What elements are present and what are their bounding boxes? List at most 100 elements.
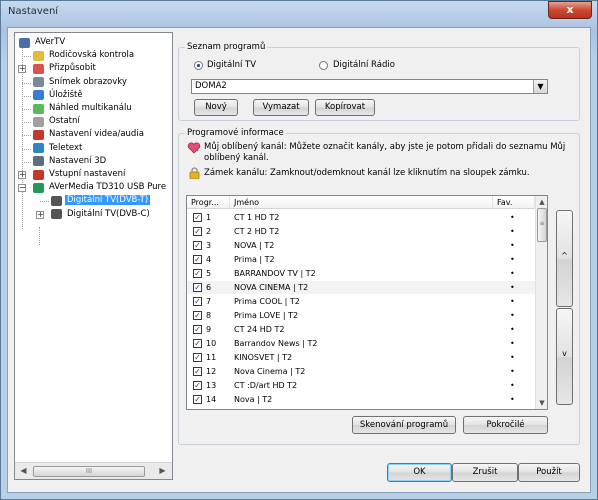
- lock-icon: [189, 167, 200, 180]
- tree-item[interactable]: Ostatní: [33, 115, 82, 128]
- favorite-toggle[interactable]: •: [510, 351, 515, 364]
- tree-item[interactable]: Úložiště: [33, 89, 85, 102]
- move-down-button[interactable]: v: [556, 308, 573, 405]
- table-vertical-scrollbar[interactable]: ▲ ≡ ▼: [535, 196, 547, 409]
- copy-list-button[interactable]: Kopírovat: [315, 99, 375, 116]
- favorite-toggle[interactable]: •: [510, 267, 515, 280]
- program-list-value: DOMA2: [195, 81, 227, 91]
- favorite-toggle[interactable]: •: [510, 393, 515, 406]
- delete-list-button[interactable]: Vymazat: [253, 99, 309, 116]
- lock-info-text: Zámek kanálu: Zamknout/odemknout kanál l…: [204, 168, 530, 178]
- row-checkbox[interactable]: ✓: [193, 255, 202, 264]
- program-name: NOVA CINEMA | T2: [234, 283, 309, 292]
- program-list-select[interactable]: DOMA2 ▼: [191, 79, 548, 94]
- table-row[interactable]: ✓ 4 Prima | T2 •: [187, 253, 535, 266]
- apply-button[interactable]: Použít: [518, 463, 580, 482]
- column-header-favorite[interactable]: Fav.: [493, 196, 535, 209]
- 3d-icon: [33, 156, 44, 167]
- table-row[interactable]: ✓ 6 NOVA CINEMA | T2 •: [187, 281, 535, 294]
- radio-digital-tv[interactable]: [194, 61, 203, 70]
- table-row[interactable]: ✓ 10 Barrandov News | T2 •: [187, 337, 535, 350]
- tree-line: [22, 148, 31, 150]
- row-checkbox[interactable]: ✓: [193, 381, 202, 390]
- program-table[interactable]: Progr... Jméno Fav. ✓ 1 CT 1 HD T2 • ✓ 2 CT 2 …: [186, 195, 548, 410]
- tree-item[interactable]: Teletext: [33, 142, 84, 155]
- table-row[interactable]: ✓ 8 Prima LOVE | T2 •: [187, 309, 535, 322]
- program-name: CT 24 HD T2: [234, 325, 285, 334]
- tree-expander[interactable]: +: [18, 65, 26, 74]
- tree-line: [22, 109, 31, 110]
- scroll-thumb[interactable]: III: [33, 466, 145, 477]
- tree-item[interactable]: Digitální TV(DVB-T): [51, 194, 151, 207]
- tree-item[interactable]: AVerMedia TD310 USB Pure: [33, 181, 168, 194]
- table-row[interactable]: ✓ 12 Nova Cinema | T2 •: [187, 365, 535, 378]
- favorite-toggle[interactable]: •: [510, 211, 515, 224]
- favorite-toggle[interactable]: •: [510, 379, 515, 392]
- tree-item[interactable]: Nastavení 3D: [33, 155, 108, 168]
- favorite-toggle[interactable]: •: [510, 295, 515, 308]
- close-button[interactable]: x: [548, 1, 592, 19]
- favorite-toggle[interactable]: •: [510, 281, 515, 294]
- chevron-down-icon[interactable]: ▼: [533, 80, 547, 93]
- table-row[interactable]: ✓ 5 BARRANDOV TV | T2 •: [187, 267, 535, 280]
- favorite-toggle[interactable]: •: [510, 225, 515, 238]
- favorite-toggle[interactable]: •: [510, 323, 515, 336]
- tree-item[interactable]: Rodičovská kontrola: [33, 49, 136, 62]
- row-checkbox[interactable]: ✓: [193, 325, 202, 334]
- ok-button[interactable]: OK: [387, 463, 452, 482]
- advanced-button[interactable]: Pokročilé: [463, 416, 548, 434]
- tree-item[interactable]: AVerTV: [19, 36, 67, 49]
- table-row[interactable]: ✓ 9 CT 24 HD T2 •: [187, 323, 535, 336]
- table-row[interactable]: ✓ 11 KINOSVET | T2 •: [187, 351, 535, 364]
- tree-item[interactable]: Nastavení videa/audia: [33, 128, 146, 141]
- tree-expander[interactable]: +: [36, 210, 44, 219]
- tree-item[interactable]: Náhled multikanálu: [33, 102, 134, 115]
- table-row[interactable]: ✓ 2 CT 2 HD T2 •: [187, 225, 535, 238]
- tree-item[interactable]: Vstupní nastavení: [33, 168, 127, 181]
- row-checkbox[interactable]: ✓: [193, 353, 202, 362]
- radio-digital-radio[interactable]: [319, 61, 328, 70]
- tree-item[interactable]: Přizpůsobit: [33, 62, 98, 75]
- row-checkbox[interactable]: ✓: [193, 213, 202, 222]
- tree-item[interactable]: Snímek obrazovky: [33, 76, 129, 89]
- table-row[interactable]: ✓ 14 Nova | T2 •: [187, 393, 535, 406]
- row-checkbox[interactable]: ✓: [193, 227, 202, 236]
- tree-expander[interactable]: −: [18, 184, 26, 193]
- program-name: NOVA | T2: [234, 241, 275, 250]
- tree-horizontal-scrollbar[interactable]: ◀ III ▶: [15, 462, 172, 479]
- scan-programs-button[interactable]: Skenování programů: [352, 416, 456, 434]
- row-checkbox[interactable]: ✓: [193, 269, 202, 278]
- row-checkbox[interactable]: ✓: [193, 311, 202, 320]
- row-checkbox[interactable]: ✓: [193, 241, 202, 250]
- favorite-toggle[interactable]: •: [510, 365, 515, 378]
- row-checkbox[interactable]: ✓: [193, 367, 202, 376]
- new-list-button[interactable]: Nový: [194, 99, 238, 116]
- table-row[interactable]: ✓ 3 NOVA | T2 •: [187, 239, 535, 252]
- table-scroll-thumb[interactable]: ≡: [537, 208, 547, 242]
- table-row[interactable]: ✓ 13 CT :D/art HD T2 •: [187, 379, 535, 392]
- column-header-program[interactable]: Progr...: [187, 196, 230, 209]
- scroll-down-icon[interactable]: ▼: [536, 397, 547, 409]
- scroll-right-icon[interactable]: ▶: [155, 464, 170, 478]
- row-checkbox[interactable]: ✓: [193, 283, 202, 292]
- scroll-up-icon[interactable]: ▲: [536, 196, 547, 208]
- column-header-name[interactable]: Jméno: [230, 196, 493, 209]
- scroll-left-icon[interactable]: ◀: [16, 464, 31, 478]
- favorite-toggle[interactable]: •: [510, 239, 515, 252]
- row-checkbox[interactable]: ✓: [193, 297, 202, 306]
- tree-item-label: Snímek obrazovky: [49, 76, 127, 87]
- row-checkbox[interactable]: ✓: [193, 339, 202, 348]
- favorite-toggle[interactable]: •: [510, 337, 515, 350]
- cancel-button[interactable]: Zrušit: [452, 463, 518, 482]
- table-row[interactable]: ✓ 7 Prima COOL | T2 •: [187, 295, 535, 308]
- table-header: Progr... Jméno Fav.: [187, 196, 535, 209]
- settings-tree[interactable]: AVerTV Rodičovská kontrola + Přizpůsobit Sní…: [14, 32, 173, 480]
- favorite-toggle[interactable]: •: [510, 253, 515, 266]
- tree-line: [22, 56, 31, 58]
- row-checkbox[interactable]: ✓: [193, 395, 202, 404]
- table-row[interactable]: ✓ 1 CT 1 HD T2 •: [187, 211, 535, 224]
- move-up-button[interactable]: ^: [556, 210, 573, 307]
- favorite-toggle[interactable]: •: [510, 309, 515, 322]
- tree-expander[interactable]: +: [18, 171, 26, 179]
- tree-item[interactable]: Digitální TV(DVB-C): [51, 208, 152, 221]
